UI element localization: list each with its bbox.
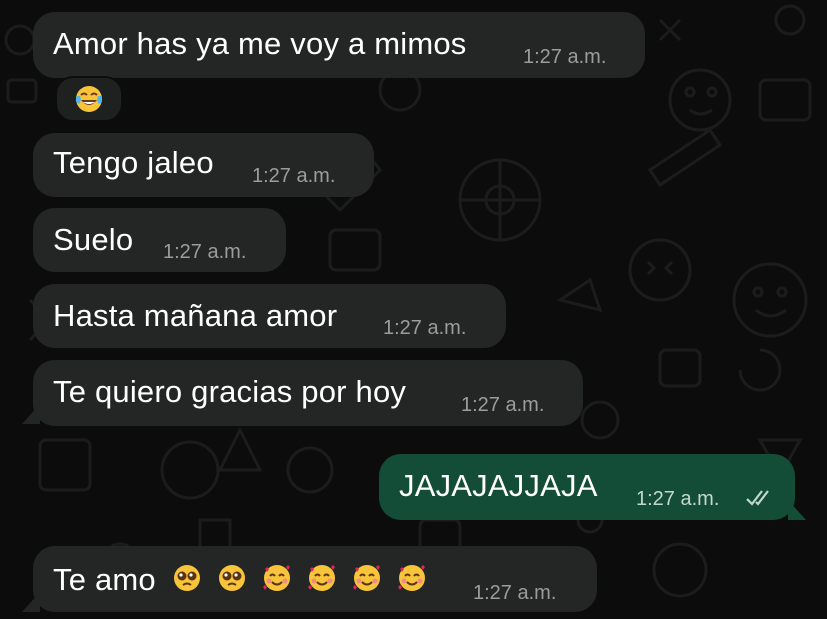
bubble-tail (788, 500, 806, 520)
smiling-face-with-hearts-icon (353, 565, 380, 591)
smiling-face-with-hearts-icon (263, 565, 290, 591)
message-emojis (172, 563, 427, 593)
message-timestamp: 1:27 a.m. (252, 165, 336, 187)
message-text: Te amo (53, 562, 156, 597)
reaction-chip[interactable] (55, 76, 123, 122)
message-bubble-incoming[interactable]: Amor has ya me voy a mimos 1:27 a.m. (33, 12, 645, 78)
bubble-tail (22, 592, 40, 612)
message-text: Amor has ya me voy a mimos (53, 26, 467, 61)
message-text: Suelo (53, 222, 134, 257)
message-timestamp: 1:27 a.m. (523, 46, 607, 68)
pleading-face-icon (174, 565, 200, 591)
message-bubble-incoming[interactable]: Te amo 1:27 a.m. (33, 546, 597, 612)
face-with-tears-of-joy-icon (75, 86, 103, 112)
bubble-tail (22, 404, 40, 424)
message-timestamp: 1:27 a.m. (636, 488, 720, 510)
chat-view: Amor has ya me voy a mimos 1:27 a.m. Ten… (0, 0, 827, 619)
message-timestamp: 1:27 a.m. (461, 394, 545, 416)
smiling-face-with-hearts-icon (308, 565, 335, 591)
pleading-face-icon (219, 565, 245, 591)
message-timestamp: 1:27 a.m. (473, 582, 557, 604)
message-text: JAJAJAJJAJA (399, 468, 598, 503)
message-bubble-incoming[interactable]: Hasta mañana amor 1:27 a.m. (33, 284, 506, 348)
message-timestamp: 1:27 a.m. (163, 241, 247, 263)
message-bubble-outgoing[interactable]: JAJAJAJJAJA 1:27 a.m. (379, 454, 795, 520)
read-double-check-icon (746, 490, 769, 506)
message-bubble-incoming[interactable]: Te quiero gracias por hoy 1:27 a.m. (33, 360, 583, 426)
message-timestamp: 1:27 a.m. (383, 317, 467, 339)
smiling-face-with-hearts-icon (398, 565, 425, 591)
message-bubble-incoming[interactable]: Suelo 1:27 a.m. (33, 208, 286, 272)
message-bubble-incoming[interactable]: Tengo jaleo 1:27 a.m. (33, 133, 374, 197)
message-text: Te quiero gracias por hoy (53, 374, 407, 409)
message-text: Hasta mañana amor (53, 298, 338, 333)
message-text: Tengo jaleo (53, 145, 214, 180)
